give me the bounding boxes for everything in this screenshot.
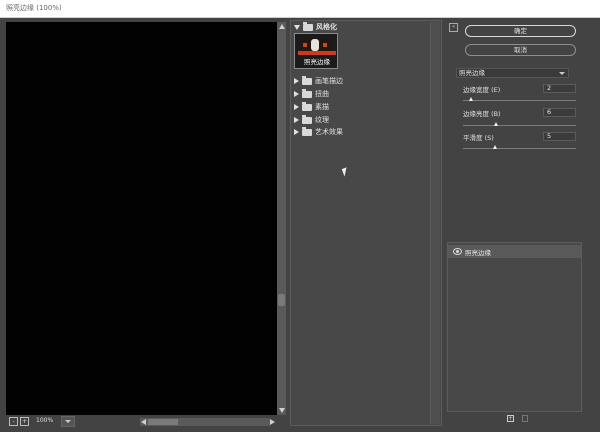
ok-button[interactable]: 确定	[465, 25, 576, 37]
expanded-arrow-icon[interactable]	[294, 24, 300, 30]
smoothness-slider[interactable]	[463, 148, 576, 149]
effect-layer-label: 照亮边缘	[465, 249, 491, 257]
edge-brightness-input[interactable]: 6	[543, 108, 576, 117]
folder-icon	[303, 21, 313, 31]
edge-brightness-slider[interactable]	[463, 125, 576, 126]
scroll-down-icon[interactable]	[279, 408, 285, 413]
edge-width-label: 边缘宽度 (E)	[463, 86, 501, 94]
trash-icon[interactable]	[522, 415, 528, 422]
scroll-left-icon[interactable]	[141, 419, 146, 425]
thumbnail-art-dot	[303, 43, 307, 47]
scroll-right-icon[interactable]	[270, 419, 275, 425]
category-texture[interactable]: 纹理	[294, 114, 329, 126]
preview-horizontal-scrollbar[interactable]	[140, 418, 270, 426]
collapsed-arrow-icon[interactable]	[294, 117, 299, 123]
collapsed-arrow-icon[interactable]	[294, 78, 299, 84]
edge-brightness-slider-knob[interactable]	[494, 122, 498, 126]
smoothness-slider-knob[interactable]	[493, 145, 497, 149]
scroll-up-icon[interactable]	[279, 24, 285, 29]
folder-icon	[302, 114, 312, 124]
edge-width-slider-knob[interactable]	[469, 97, 473, 101]
folder-icon	[302, 101, 312, 111]
tree-scrollbar[interactable]	[430, 22, 440, 424]
zoom-out-button[interactable]: -	[9, 417, 18, 426]
collapsed-arrow-icon[interactable]	[294, 91, 299, 97]
folder-icon	[302, 75, 312, 85]
preview-canvas[interactable]	[6, 22, 277, 415]
folder-icon	[302, 126, 312, 136]
effect-layers-panel	[447, 242, 582, 412]
thumbnail-label: 照亮边缘	[304, 58, 330, 66]
hscroll-thumb[interactable]	[148, 419, 178, 425]
filter-thumbnail-glowing-edges[interactable]: 照亮边缘	[294, 33, 338, 69]
thumbnail-art-stripe	[298, 51, 336, 55]
preview-vertical-scrollbar[interactable]	[277, 22, 286, 415]
collapse-button[interactable]: «	[449, 23, 458, 32]
zoom-dropdown[interactable]	[61, 416, 75, 427]
category-distort[interactable]: 扭曲	[294, 88, 329, 100]
scroll-thumb[interactable]	[278, 294, 285, 306]
window-title: 照亮边缘 (100%)	[6, 4, 62, 12]
collapsed-arrow-icon[interactable]	[294, 104, 299, 110]
folder-icon	[302, 88, 312, 98]
filter-select[interactable]: 照亮边缘	[456, 68, 569, 78]
category-stylize[interactable]: 风格化	[294, 21, 337, 33]
edge-width-input[interactable]: 2	[543, 84, 576, 93]
eye-icon[interactable]	[453, 248, 462, 255]
edge-brightness-label: 边缘亮度 (B)	[463, 110, 501, 118]
new-effect-layer-icon[interactable]: +	[507, 415, 514, 422]
zoom-level: 100%	[36, 417, 54, 424]
collapsed-arrow-icon[interactable]	[294, 129, 299, 135]
cancel-button[interactable]: 取消	[465, 44, 576, 56]
category-artistic[interactable]: 艺术效果	[294, 126, 343, 138]
title-bar: 照亮边缘 (100%)	[0, 0, 600, 18]
edge-width-slider[interactable]	[463, 100, 576, 101]
thumbnail-art-dot	[323, 43, 327, 47]
zoom-in-button[interactable]: +	[20, 417, 29, 426]
category-brush-strokes[interactable]: 画笔描边	[294, 75, 343, 87]
smoothness-input[interactable]: 5	[543, 132, 576, 141]
smoothness-label: 平滑度 (S)	[463, 134, 494, 142]
category-sketch[interactable]: 素描	[294, 101, 329, 113]
thumbnail-art-figure	[311, 39, 319, 51]
